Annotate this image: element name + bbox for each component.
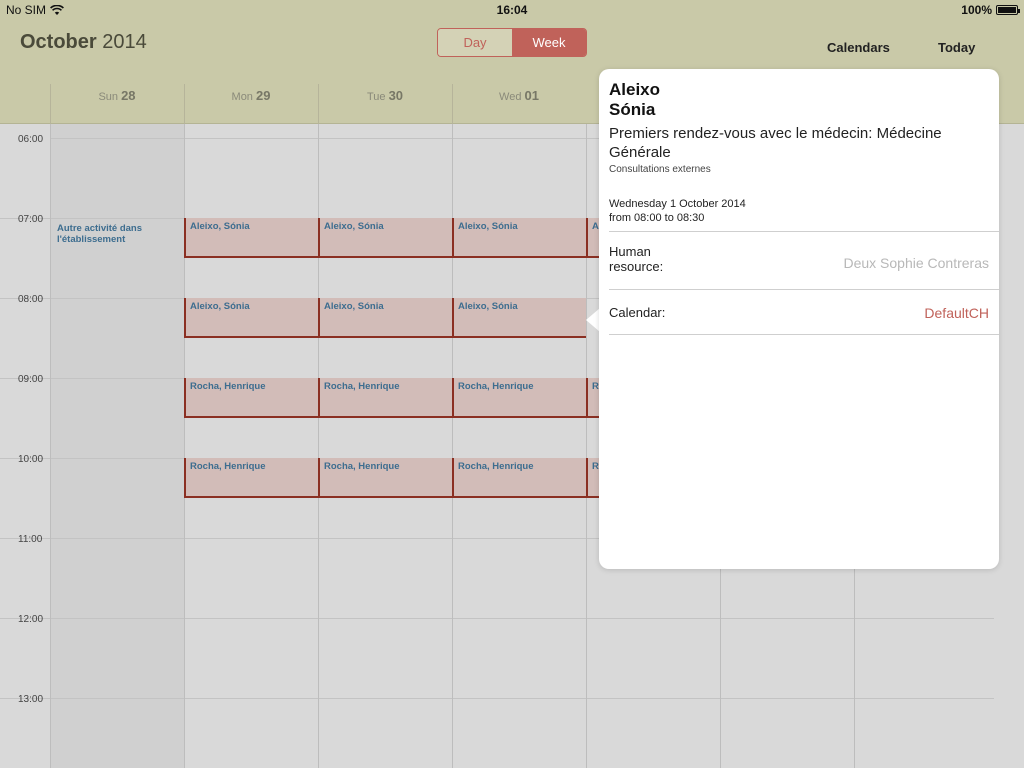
event-rocha-mon-0900[interactable]: Rocha, Henrique (184, 378, 318, 418)
appointment-datetime: Wednesday 1 October 2014 from 08:00 to 0… (609, 197, 746, 225)
appointment-service: Consultations externes (609, 164, 711, 175)
calendar-value[interactable]: DefaultCH (924, 305, 989, 321)
time-label: 08:00 (18, 294, 44, 305)
status-right: 100% (961, 3, 1020, 17)
day-header-sun[interactable]: Sun 28 (50, 88, 184, 103)
patient-last-name: Aleixo (609, 80, 661, 99)
time-label: 12:00 (18, 614, 44, 625)
popover-arrow (586, 308, 600, 332)
event-aleixo-mon-0800[interactable]: Aleixo, Sónia (184, 298, 318, 338)
event-aleixo-tue-0700[interactable]: Aleixo, Sónia (318, 218, 452, 258)
time-label: 09:00 (18, 374, 44, 385)
appointment-description: Premiers rendez-vous avec le médecin: Mé… (609, 125, 942, 161)
event-rocha-wed-1000[interactable]: Rocha, Henrique (452, 458, 586, 498)
event-rocha-tue-0900[interactable]: Rocha, Henrique (318, 378, 452, 418)
calendar-label: Calendar: (609, 305, 666, 320)
separator (609, 231, 999, 232)
header-divider (452, 84, 453, 124)
battery-percent: 100% (961, 3, 992, 17)
battery-fill (998, 7, 1016, 13)
week-view-button[interactable]: Week (512, 29, 586, 56)
time-label: 11:00 (18, 534, 43, 545)
separator (609, 334, 999, 335)
event-partial-thu-0700[interactable]: A (586, 218, 600, 258)
status-bar: No SIM 16:04 100% (0, 0, 1024, 20)
human-resource-value[interactable]: Deux Sophie Contreras (843, 255, 989, 271)
header-divider (184, 84, 185, 124)
human-resource-label: Human resource: (609, 244, 664, 274)
header-divider (318, 84, 319, 124)
battery-icon (996, 5, 1020, 15)
event-partial-thu-1000[interactable]: R (586, 458, 600, 498)
separator (609, 289, 999, 290)
day-header-wed[interactable]: Wed 01 (452, 88, 586, 103)
day-header-mon[interactable]: Mon 29 (184, 88, 318, 103)
view-segmented-control: Day Week (437, 28, 587, 57)
event-partial-thu-0900[interactable]: R (586, 378, 600, 418)
patient-name: Aleixo Sónia (609, 80, 660, 120)
time-label: 10:00 (18, 454, 44, 465)
event-aleixo-mon-0700[interactable]: Aleixo, Sónia (184, 218, 318, 258)
calendars-button[interactable]: Calendars (827, 40, 890, 55)
event-rocha-tue-1000[interactable]: Rocha, Henrique (318, 458, 452, 498)
today-button[interactable]: Today (938, 40, 975, 55)
event-detail-popover: Aleixo Sónia Premiers rendez-vous avec l… (599, 69, 999, 569)
appointment-time-range: from 08:00 to 08:30 (609, 212, 705, 224)
month-title: October 2014 (20, 31, 147, 54)
event-autre-activite[interactable]: Autre activité dans l'établissement (53, 220, 181, 250)
day-divider (50, 124, 51, 768)
event-aleixo-wed-0700[interactable]: Aleixo, Sónia (452, 218, 586, 258)
patient-first-name: Sónia (609, 100, 656, 119)
day-header-tue[interactable]: Tue 30 (318, 88, 452, 103)
appointment-date: Wednesday 1 October 2014 (609, 198, 746, 210)
event-aleixo-tue-0800[interactable]: Aleixo, Sónia (318, 298, 452, 338)
event-rocha-wed-0900[interactable]: Rocha, Henrique (452, 378, 586, 418)
year-label: 2014 (102, 31, 147, 53)
header-divider (50, 84, 51, 124)
month-name: October (20, 31, 97, 53)
day-view-button[interactable]: Day (438, 29, 512, 56)
event-aleixo-wed-0800[interactable]: Aleixo, Sónia (452, 298, 586, 338)
status-time: 16:04 (496, 3, 528, 17)
hour-line (0, 618, 994, 619)
time-label: 13:00 (18, 694, 44, 705)
event-rocha-mon-1000[interactable]: Rocha, Henrique (184, 458, 318, 498)
time-label: 07:00 (18, 214, 44, 225)
time-label: 06:00 (18, 134, 44, 145)
hour-line (0, 698, 994, 699)
